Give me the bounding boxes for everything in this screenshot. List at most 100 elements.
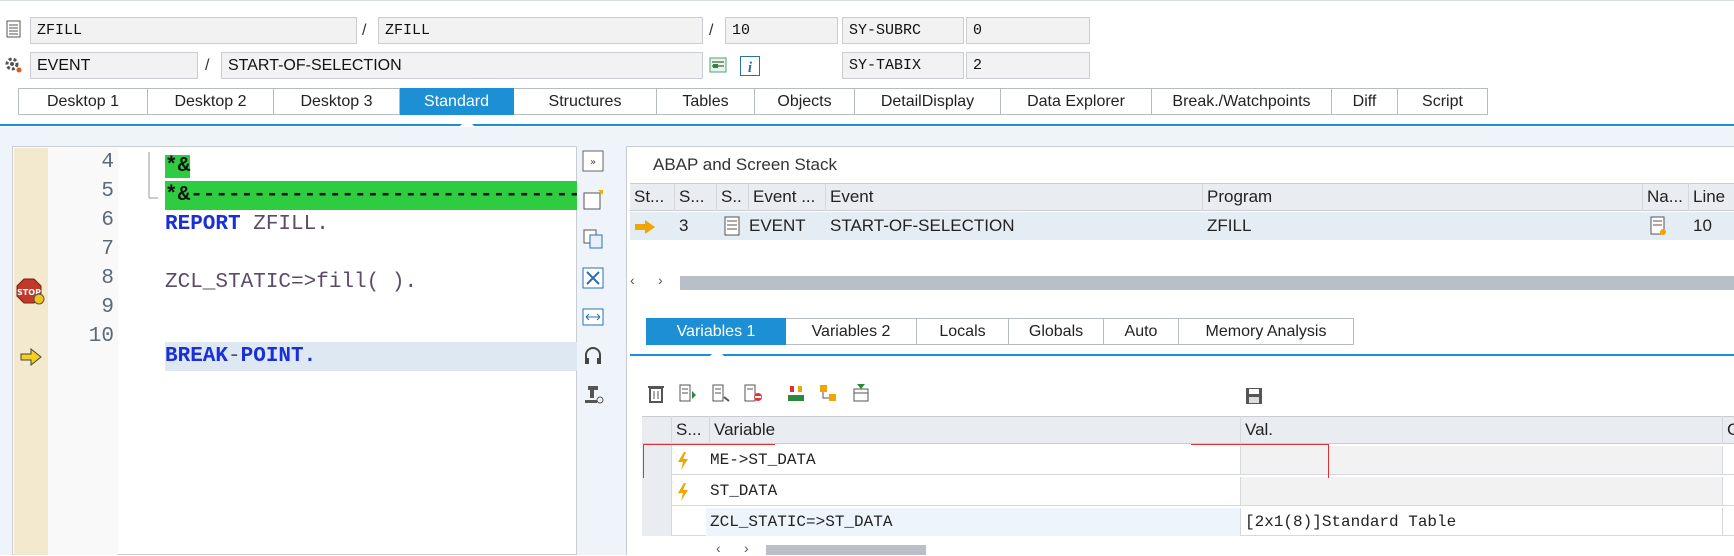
line-number: 6: [101, 209, 114, 232]
active-var-tab-notch: [710, 349, 724, 356]
variable-value[interactable]: [1241, 477, 1723, 505]
navigate-icon[interactable]: [1648, 216, 1668, 236]
delete-icon[interactable]: [646, 383, 666, 403]
tab-auto[interactable]: Auto: [1104, 318, 1179, 345]
tab-diff[interactable]: Diff: [1332, 88, 1398, 115]
sysvar-subrc-value[interactable]: 0: [966, 17, 1090, 44]
lightning-icon: [678, 452, 688, 470]
table-export-icon[interactable]: [851, 383, 871, 403]
stack-column-header[interactable]: S..: [717, 183, 749, 211]
tab-locals[interactable]: Locals: [917, 318, 1009, 345]
scroll-right-icon[interactable]: ›: [658, 272, 663, 288]
tab-tables[interactable]: Tables: [657, 88, 755, 115]
insert-row-icon[interactable]: [678, 383, 698, 403]
fold-bracket-icon: [148, 152, 158, 199]
tab-detaildisplay[interactable]: DetailDisplay: [855, 88, 1001, 115]
top-divider: [0, 0, 1734, 1]
session-breakpoint-icon[interactable]: STOP: [16, 278, 46, 306]
stack-column-header[interactable]: Program: [1203, 183, 1643, 211]
scroll-left-icon[interactable]: ‹: [630, 272, 635, 288]
separator-slash: /: [205, 57, 210, 74]
keyword-break: BREAK: [165, 345, 229, 368]
report-name: ZFILL.: [240, 213, 329, 236]
variable-name[interactable]: ST_DATA: [706, 477, 1241, 505]
line-field[interactable]: 10: [725, 17, 838, 44]
stack-column-header[interactable]: Na...: [1643, 183, 1689, 211]
variable-value[interactable]: [1241, 446, 1723, 474]
tab-data-explorer[interactable]: Data Explorer: [1001, 88, 1152, 115]
stack-column-header[interactable]: S...: [675, 183, 717, 211]
tab-script[interactable]: Script: [1398, 88, 1488, 115]
annotation-line: [1191, 444, 1329, 445]
stack-column-header[interactable]: St...: [630, 183, 675, 211]
var-row-selectors[interactable]: [642, 445, 672, 536]
maximize-icon[interactable]: [582, 267, 604, 289]
tab-break-watchpoints[interactable]: Break./Watchpoints: [1152, 88, 1332, 115]
editor-toolbar: »: [578, 150, 608, 423]
variable-name-input[interactable]: ZCL_STATIC=>ST_DATA: [706, 508, 1241, 536]
hierarchy-icon[interactable]: [818, 383, 838, 403]
stack-column-header[interactable]: Line: [1689, 183, 1734, 211]
variable-name[interactable]: ME->ST_DATA: [706, 446, 1241, 474]
tab-memory-analysis[interactable]: Memory Analysis: [1179, 318, 1354, 345]
program-icon: [6, 20, 21, 38]
keyword-dash: -: [228, 345, 241, 368]
append-row-icon[interactable]: [711, 383, 731, 403]
debug-settings-icon[interactable]: [582, 384, 604, 406]
var-scroll-left-icon[interactable]: ‹: [716, 540, 721, 556]
desktop-tab-strip: Desktop 1 Desktop 2 Desktop 3 Standard S…: [18, 88, 1488, 116]
tab-variables-1[interactable]: Variables 1: [646, 318, 786, 345]
type-field[interactable]: EVENT: [30, 52, 198, 79]
tab-globals[interactable]: Globals: [1009, 318, 1104, 345]
stack-column-header[interactable]: Event: [826, 183, 1203, 211]
sysvar-tabix-value[interactable]: 2: [966, 52, 1090, 79]
var-scroll-right-icon[interactable]: ›: [744, 540, 749, 556]
var-column-header-s[interactable]: S...: [672, 416, 710, 444]
tab-objects[interactable]: Objects: [755, 88, 855, 115]
tab-desktop-3[interactable]: Desktop 3: [274, 88, 400, 115]
method-call: ZCL_STATIC=>fill( ).: [165, 271, 418, 294]
program-field[interactable]: ZFILL: [30, 17, 357, 44]
headset-icon[interactable]: [582, 345, 604, 367]
comment-text: *&--------------------------------------…: [165, 181, 577, 210]
comment-text: *&: [165, 155, 191, 178]
width-adjust-icon[interactable]: [582, 306, 604, 328]
line-number: 4: [101, 151, 114, 174]
collapse-icon[interactable]: »: [582, 150, 604, 172]
tab-standard[interactable]: Standard: [400, 88, 514, 115]
save-icon[interactable]: [1244, 386, 1264, 406]
panel-border: [626, 146, 1734, 147]
display-structure-icon[interactable]: [709, 56, 727, 74]
sysvar-tabix-label: SY-TABIX: [842, 52, 964, 79]
tab-structures[interactable]: Structures: [514, 88, 657, 115]
info-icon[interactable]: i: [740, 56, 760, 76]
stack-column-header[interactable]: Event ...: [749, 183, 826, 211]
delete-row-icon[interactable]: [743, 383, 763, 403]
var-column-header-c[interactable]: C: [1723, 416, 1734, 444]
line-number: 10: [88, 325, 114, 348]
line-number: 9: [101, 296, 114, 319]
lightning-icon: [678, 483, 688, 501]
new-window-icon[interactable]: [582, 189, 604, 211]
var-column-header-variable[interactable]: Variable: [710, 416, 1241, 444]
sysvar-subrc-label: SY-SUBRC: [842, 17, 964, 44]
include-field[interactable]: ZFILL: [378, 17, 703, 44]
var-column-header-value[interactable]: Val.: [1241, 416, 1723, 444]
tab-desktop-2[interactable]: Desktop 2: [148, 88, 274, 115]
stack-program: ZFILL: [1207, 216, 1252, 235]
tab-variables-2[interactable]: Variables 2: [786, 318, 917, 345]
tab-desktop-1[interactable]: Desktop 1: [18, 88, 148, 115]
annotation-line: [643, 444, 775, 445]
keyword-report: REPORT: [165, 213, 241, 236]
variables-tab-underline: [630, 354, 1734, 356]
variable-value[interactable]: [2x1(8)]Standard Table: [1241, 508, 1723, 536]
var-row-selector-header[interactable]: [642, 416, 672, 444]
line-number: 7: [101, 238, 114, 261]
event-field[interactable]: START-OF-SELECTION: [221, 52, 703, 79]
copy-icon[interactable]: [582, 228, 604, 250]
variables-scrollbar[interactable]: [766, 545, 926, 555]
code-line-4: *&: [165, 152, 191, 181]
stack-scrollbar[interactable]: [680, 276, 1734, 290]
tab-underline: [0, 124, 1734, 126]
structure-icon[interactable]: [786, 383, 806, 403]
